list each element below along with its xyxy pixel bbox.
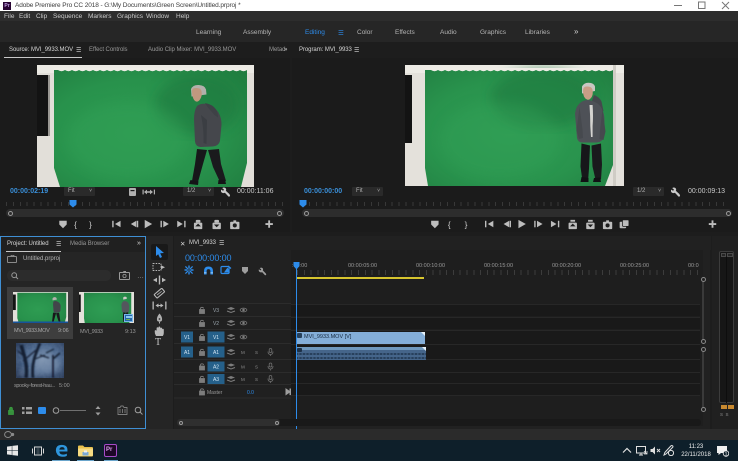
svg-text:M: M — [241, 377, 245, 382]
svg-text:1: 1 — [724, 452, 727, 458]
svg-text:{: { — [74, 219, 77, 229]
svg-text:}: } — [465, 219, 468, 229]
svg-text:V2: V2 — [213, 321, 219, 327]
svg-text:A1: A1 — [184, 350, 190, 356]
svg-text:A1: A1 — [213, 350, 219, 356]
svg-text:V1: V1 — [213, 335, 219, 341]
svg-text:V3: V3 — [213, 308, 219, 314]
svg-text:S: S — [255, 365, 258, 370]
svg-text:{: { — [448, 219, 451, 229]
svg-text:A2: A2 — [213, 365, 219, 371]
svg-text:A3: A3 — [213, 377, 219, 383]
svg-text:Master: Master — [207, 390, 223, 396]
svg-text:S: S — [255, 350, 258, 355]
svg-text:V1: V1 — [184, 335, 190, 341]
svg-text:S: S — [255, 377, 258, 382]
svg-text:M: M — [241, 365, 245, 370]
svg-text:M: M — [241, 350, 245, 355]
svg-text:0.0: 0.0 — [247, 390, 254, 396]
svg-text:}: } — [89, 219, 92, 229]
